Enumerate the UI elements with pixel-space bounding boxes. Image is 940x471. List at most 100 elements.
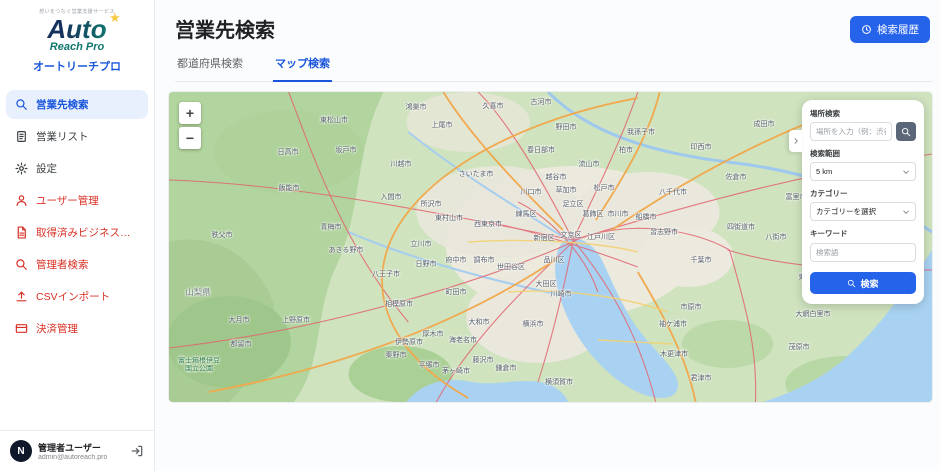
- chevron-down-icon: [902, 208, 910, 216]
- map-place-label: 日高市: [278, 147, 299, 157]
- map-place-label: 所沢市: [421, 199, 442, 209]
- sidebar-item-label: ユーザー管理: [36, 193, 99, 208]
- clock-icon: [861, 24, 872, 35]
- sidebar-item-2[interactable]: 設定: [6, 154, 148, 183]
- star-icon: ★: [109, 10, 121, 26]
- sidebar: 想いをつなぐ営業支援サービス Auto ★ Reach Pro オートリーチプロ…: [0, 0, 155, 471]
- map-place-label: 調布市: [474, 255, 495, 265]
- main-content: 営業先検索 検索履歴 都道府県検索 マップ検索: [155, 0, 940, 471]
- map-place-label: 大月市: [229, 315, 250, 325]
- map-place-label: 青梅市: [321, 222, 342, 232]
- tab-prefecture-search[interactable]: 都道府県検索: [175, 55, 245, 81]
- chevron-right-icon: [792, 137, 800, 145]
- radius-select[interactable]: 5 km: [810, 162, 916, 181]
- app-window: 想いをつなぐ営業支援サービス Auto ★ Reach Pro オートリーチプロ…: [0, 0, 940, 471]
- map-place-label: 上野原市: [282, 315, 310, 325]
- map-place-label: 川崎市: [551, 289, 572, 299]
- map-place-label: 伊勢原市: [395, 337, 423, 347]
- chevron-down-icon: [902, 168, 910, 176]
- map[interactable]: 鴻巣市久喜市古河市東松山市上尾市野田市我孫子市成田市坂戸市川越市春日部市柏市印西…: [169, 92, 932, 402]
- map-place-label: 飯能市: [279, 183, 300, 193]
- upload-icon: [15, 290, 28, 303]
- map-place-label: 横浜市: [523, 319, 544, 329]
- map-place-label: 秩父市: [212, 230, 233, 240]
- map-place-label: 八街市: [766, 232, 787, 242]
- map-place-label: 練馬区: [516, 209, 537, 219]
- map-place-label: 鎌倉市: [496, 363, 517, 373]
- map-place-label: 大和市: [469, 317, 490, 327]
- sidebar-item-3[interactable]: ユーザー管理: [6, 186, 148, 215]
- app-name: オートリーチプロ: [6, 58, 148, 74]
- map-place-label: 山梨県: [185, 286, 211, 298]
- map-place-label: 流山市: [579, 159, 600, 169]
- map-place-label: 都留市: [231, 339, 252, 349]
- sidebar-item-7[interactable]: 決済管理: [6, 314, 148, 343]
- sidebar-item-4[interactable]: 取得済みビジネス一覧: [6, 218, 148, 247]
- sidebar-item-5[interactable]: 管理者検索: [6, 250, 148, 279]
- search-button[interactable]: 検索: [810, 272, 916, 294]
- keyword-input[interactable]: [810, 243, 916, 262]
- map-place-label: 川口市: [521, 187, 542, 197]
- category-select[interactable]: カテゴリーを選択: [810, 202, 916, 221]
- map-zoom-controls: + −: [179, 102, 201, 149]
- zoom-in-button[interactable]: +: [179, 102, 201, 124]
- map-place-label: 大田区: [536, 279, 557, 289]
- map-place-label: 厚木市: [423, 329, 444, 339]
- tab-bar: 都道府県検索 マップ検索: [175, 55, 932, 82]
- logout-icon[interactable]: [130, 444, 144, 458]
- map-place-label: 春日部市: [527, 145, 555, 155]
- doc-icon: [15, 226, 28, 239]
- map-place-label: 君津市: [691, 373, 712, 383]
- map-place-label: 佐倉市: [726, 172, 747, 182]
- map-place-label: 鴻巣市: [406, 102, 427, 112]
- sidebar-item-label: 決済管理: [36, 321, 78, 336]
- map-place-label: 入間市: [381, 192, 402, 202]
- map-place-label: 草加市: [556, 185, 577, 195]
- sidebar-item-0[interactable]: 営業先検索: [6, 90, 148, 119]
- map-place-label: 西東京市: [474, 219, 502, 229]
- map-place-label: 船橋市: [636, 212, 657, 222]
- map-place-label: 相模原市: [385, 299, 413, 309]
- map-place-label: 印西市: [691, 142, 712, 152]
- map-place-label: 我孫子市: [627, 127, 655, 137]
- map-place-label: 古河市: [531, 97, 552, 107]
- logo: 想いをつなぐ営業支援サービス Auto ★ Reach Pro オートリーチプロ: [0, 0, 154, 76]
- sidebar-menu: 営業先検索営業リスト設定ユーザー管理取得済みビジネス一覧管理者検索 CSVインポー…: [0, 86, 154, 430]
- map-place-label: 坂戸市: [336, 145, 357, 155]
- search-icon: [15, 98, 28, 111]
- page-header: 営業先検索 検索履歴: [155, 0, 940, 47]
- map-search-panel: 場所検索 検索範囲 5 km カテゴリー カテゴリーを選択 キ: [802, 100, 924, 304]
- sidebar-item-label: 営業リスト: [36, 129, 89, 144]
- map-place-label: 習志野市: [650, 227, 678, 237]
- zoom-out-button[interactable]: −: [179, 127, 201, 149]
- map-place-label: 府中市: [446, 255, 467, 265]
- page-title: 営業先検索: [175, 14, 275, 43]
- map-place-label: 八王子市: [372, 269, 400, 279]
- location-label: 場所検索: [810, 108, 916, 119]
- map-place-label: 富士箱根伊豆国立公園: [177, 358, 221, 375]
- map-place-label: 千葉市: [691, 255, 712, 265]
- map-place-label: 江戸川区: [587, 232, 615, 242]
- map-place-label: 越谷市: [546, 172, 567, 182]
- map-place-label: 世田谷区: [497, 262, 525, 272]
- search-history-button[interactable]: 検索履歴: [850, 16, 930, 43]
- map-place-label: 松戸市: [594, 183, 615, 193]
- map-place-label: 足立区: [563, 199, 584, 209]
- sidebar-item-label: 管理者検索: [36, 257, 89, 272]
- map-place-label: 上尾市: [432, 120, 453, 130]
- radius-label: 検索範囲: [810, 148, 916, 159]
- panel-collapse-button[interactable]: [789, 130, 802, 152]
- map-place-label: 東村山市: [435, 213, 463, 223]
- location-search-button[interactable]: [896, 122, 916, 141]
- list-icon: [15, 130, 28, 143]
- sidebar-item-1[interactable]: 営業リスト: [6, 122, 148, 151]
- map-place-label: 品川区: [544, 255, 565, 265]
- map-place-label: 茅ヶ崎市: [442, 366, 470, 376]
- user-icon: [15, 194, 28, 207]
- tab-map-search[interactable]: マップ検索: [273, 55, 332, 82]
- map-place-label: 成田市: [754, 119, 775, 129]
- sidebar-item-6[interactable]: CSVインポート: [6, 282, 148, 311]
- map-place-label: 市原市: [681, 302, 702, 312]
- map-place-label: 横須賀市: [545, 377, 573, 387]
- location-input[interactable]: [810, 122, 892, 141]
